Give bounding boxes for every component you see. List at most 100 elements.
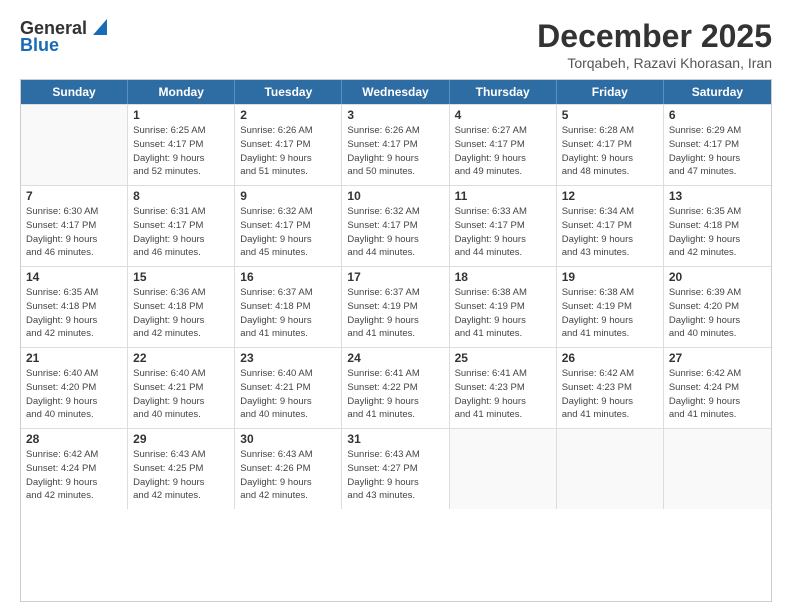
calendar-cell: 18 Sunrise: 6:38 AM Sunset: 4:19 PM Dayli…: [450, 267, 557, 347]
page: General Blue December 2025 Torqabeh, Raz…: [0, 0, 792, 612]
calendar-cell: 25 Sunrise: 6:41 AM Sunset: 4:23 PM Dayli…: [450, 348, 557, 428]
day-info: Sunrise: 6:31 AM Sunset: 4:17 PM Dayligh…: [133, 205, 229, 260]
logo: General Blue: [20, 18, 107, 56]
day-number: 1: [133, 108, 229, 122]
weekday-header: Friday: [557, 80, 664, 104]
calendar-cell: [557, 429, 664, 509]
weekday-header: Thursday: [450, 80, 557, 104]
day-number: 22: [133, 351, 229, 365]
header: General Blue December 2025 Torqabeh, Raz…: [20, 18, 772, 71]
calendar-cell: 3 Sunrise: 6:26 AM Sunset: 4:17 PM Daylig…: [342, 105, 449, 185]
calendar-cell: 12Sunrise: 6:34 AM Sunset: 4:17 PM Dayli…: [557, 186, 664, 266]
calendar-row: 14 Sunrise: 6:35 AM Sunset: 4:18 PM Dayli…: [21, 266, 771, 347]
calendar-row: 21Sunrise: 6:40 AM Sunset: 4:20 PM Dayli…: [21, 347, 771, 428]
calendar-body: 1 Sunrise: 6:25 AM Sunset: 4:17 PM Daylig…: [21, 104, 771, 509]
day-number: 13: [669, 189, 766, 203]
calendar-cell: 9 Sunrise: 6:32 AM Sunset: 4:17 PM Daylig…: [235, 186, 342, 266]
day-number: 8: [133, 189, 229, 203]
day-info: Sunrise: 6:41 AM Sunset: 4:23 PM Dayligh…: [455, 367, 551, 422]
day-info: Sunrise: 6:32 AM Sunset: 4:17 PM Dayligh…: [347, 205, 443, 260]
day-number: 19: [562, 270, 658, 284]
calendar-cell: 27 Sunrise: 6:42 AM Sunset: 4:24 PM Dayli…: [664, 348, 771, 428]
day-info: Sunrise: 6:32 AM Sunset: 4:17 PM Dayligh…: [240, 205, 336, 260]
day-number: 17: [347, 270, 443, 284]
day-info: Sunrise: 6:41 AM Sunset: 4:22 PM Dayligh…: [347, 367, 443, 422]
day-info: Sunrise: 6:34 AM Sunset: 4:17 PM Dayligh…: [562, 205, 658, 260]
calendar-cell: 20 Sunrise: 6:39 AM Sunset: 4:20 PM Dayli…: [664, 267, 771, 347]
day-number: 23: [240, 351, 336, 365]
main-title: December 2025: [537, 18, 772, 55]
calendar-cell: 22Sunrise: 6:40 AM Sunset: 4:21 PM Dayli…: [128, 348, 235, 428]
day-number: 31: [347, 432, 443, 446]
day-number: 30: [240, 432, 336, 446]
day-info: Sunrise: 6:29 AM Sunset: 4:17 PM Dayligh…: [669, 124, 766, 179]
day-number: 28: [26, 432, 122, 446]
calendar-cell: 8 Sunrise: 6:31 AM Sunset: 4:17 PM Daylig…: [128, 186, 235, 266]
day-info: Sunrise: 6:35 AM Sunset: 4:18 PM Dayligh…: [669, 205, 766, 260]
day-info: Sunrise: 6:27 AM Sunset: 4:17 PM Dayligh…: [455, 124, 551, 179]
day-number: 24: [347, 351, 443, 365]
weekday-header: Sunday: [21, 80, 128, 104]
calendar-cell: [21, 105, 128, 185]
day-number: 21: [26, 351, 122, 365]
calendar-cell: 1 Sunrise: 6:25 AM Sunset: 4:17 PM Daylig…: [128, 105, 235, 185]
day-info: Sunrise: 6:43 AM Sunset: 4:26 PM Dayligh…: [240, 448, 336, 503]
weekday-header: Wednesday: [342, 80, 449, 104]
day-number: 4: [455, 108, 551, 122]
weekday-header: Monday: [128, 80, 235, 104]
day-info: Sunrise: 6:37 AM Sunset: 4:19 PM Dayligh…: [347, 286, 443, 341]
weekday-header: Tuesday: [235, 80, 342, 104]
day-number: 9: [240, 189, 336, 203]
day-number: 18: [455, 270, 551, 284]
calendar-row: 7 Sunrise: 6:30 AM Sunset: 4:17 PM Daylig…: [21, 185, 771, 266]
subtitle: Torqabeh, Razavi Khorasan, Iran: [537, 55, 772, 71]
day-info: Sunrise: 6:38 AM Sunset: 4:19 PM Dayligh…: [562, 286, 658, 341]
day-info: Sunrise: 6:40 AM Sunset: 4:21 PM Dayligh…: [240, 367, 336, 422]
day-number: 20: [669, 270, 766, 284]
day-info: Sunrise: 6:26 AM Sunset: 4:17 PM Dayligh…: [347, 124, 443, 179]
day-info: Sunrise: 6:39 AM Sunset: 4:20 PM Dayligh…: [669, 286, 766, 341]
day-info: Sunrise: 6:28 AM Sunset: 4:17 PM Dayligh…: [562, 124, 658, 179]
day-info: Sunrise: 6:42 AM Sunset: 4:24 PM Dayligh…: [669, 367, 766, 422]
calendar-cell: 10 Sunrise: 6:32 AM Sunset: 4:17 PM Dayli…: [342, 186, 449, 266]
calendar-cell: 11Sunrise: 6:33 AM Sunset: 4:17 PM Dayli…: [450, 186, 557, 266]
calendar-cell: 21Sunrise: 6:40 AM Sunset: 4:20 PM Dayli…: [21, 348, 128, 428]
day-number: 7: [26, 189, 122, 203]
calendar-cell: 5 Sunrise: 6:28 AM Sunset: 4:17 PM Daylig…: [557, 105, 664, 185]
calendar-cell: 4 Sunrise: 6:27 AM Sunset: 4:17 PM Daylig…: [450, 105, 557, 185]
day-number: 10: [347, 189, 443, 203]
day-number: 25: [455, 351, 551, 365]
day-info: Sunrise: 6:43 AM Sunset: 4:25 PM Dayligh…: [133, 448, 229, 503]
day-number: 27: [669, 351, 766, 365]
calendar-cell: 30 Sunrise: 6:43 AM Sunset: 4:26 PM Dayli…: [235, 429, 342, 509]
calendar-cell: 16Sunrise: 6:37 AM Sunset: 4:18 PM Dayli…: [235, 267, 342, 347]
day-info: Sunrise: 6:25 AM Sunset: 4:17 PM Dayligh…: [133, 124, 229, 179]
day-info: Sunrise: 6:37 AM Sunset: 4:18 PM Dayligh…: [240, 286, 336, 341]
day-number: 14: [26, 270, 122, 284]
calendar-row: 28 Sunrise: 6:42 AM Sunset: 4:24 PM Dayli…: [21, 428, 771, 509]
day-info: Sunrise: 6:35 AM Sunset: 4:18 PM Dayligh…: [26, 286, 122, 341]
day-info: Sunrise: 6:42 AM Sunset: 4:24 PM Dayligh…: [26, 448, 122, 503]
calendar-cell: [664, 429, 771, 509]
day-info: Sunrise: 6:42 AM Sunset: 4:23 PM Dayligh…: [562, 367, 658, 422]
calendar-cell: 7 Sunrise: 6:30 AM Sunset: 4:17 PM Daylig…: [21, 186, 128, 266]
calendar-cell: 13 Sunrise: 6:35 AM Sunset: 4:18 PM Dayli…: [664, 186, 771, 266]
logo-triangle-icon: [89, 19, 107, 37]
day-number: 2: [240, 108, 336, 122]
day-number: 3: [347, 108, 443, 122]
day-info: Sunrise: 6:30 AM Sunset: 4:17 PM Dayligh…: [26, 205, 122, 260]
calendar-cell: 14 Sunrise: 6:35 AM Sunset: 4:18 PM Dayli…: [21, 267, 128, 347]
calendar-cell: [450, 429, 557, 509]
day-info: Sunrise: 6:38 AM Sunset: 4:19 PM Dayligh…: [455, 286, 551, 341]
day-info: Sunrise: 6:26 AM Sunset: 4:17 PM Dayligh…: [240, 124, 336, 179]
day-info: Sunrise: 6:33 AM Sunset: 4:17 PM Dayligh…: [455, 205, 551, 260]
calendar-cell: 24 Sunrise: 6:41 AM Sunset: 4:22 PM Dayli…: [342, 348, 449, 428]
calendar-header: SundayMondayTuesdayWednesdayThursdayFrid…: [21, 80, 771, 104]
calendar-cell: 31Sunrise: 6:43 AM Sunset: 4:27 PM Dayli…: [342, 429, 449, 509]
weekday-header: Saturday: [664, 80, 771, 104]
day-number: 29: [133, 432, 229, 446]
calendar-cell: 15Sunrise: 6:36 AM Sunset: 4:18 PM Dayli…: [128, 267, 235, 347]
calendar-cell: 28 Sunrise: 6:42 AM Sunset: 4:24 PM Dayli…: [21, 429, 128, 509]
day-number: 6: [669, 108, 766, 122]
day-number: 5: [562, 108, 658, 122]
